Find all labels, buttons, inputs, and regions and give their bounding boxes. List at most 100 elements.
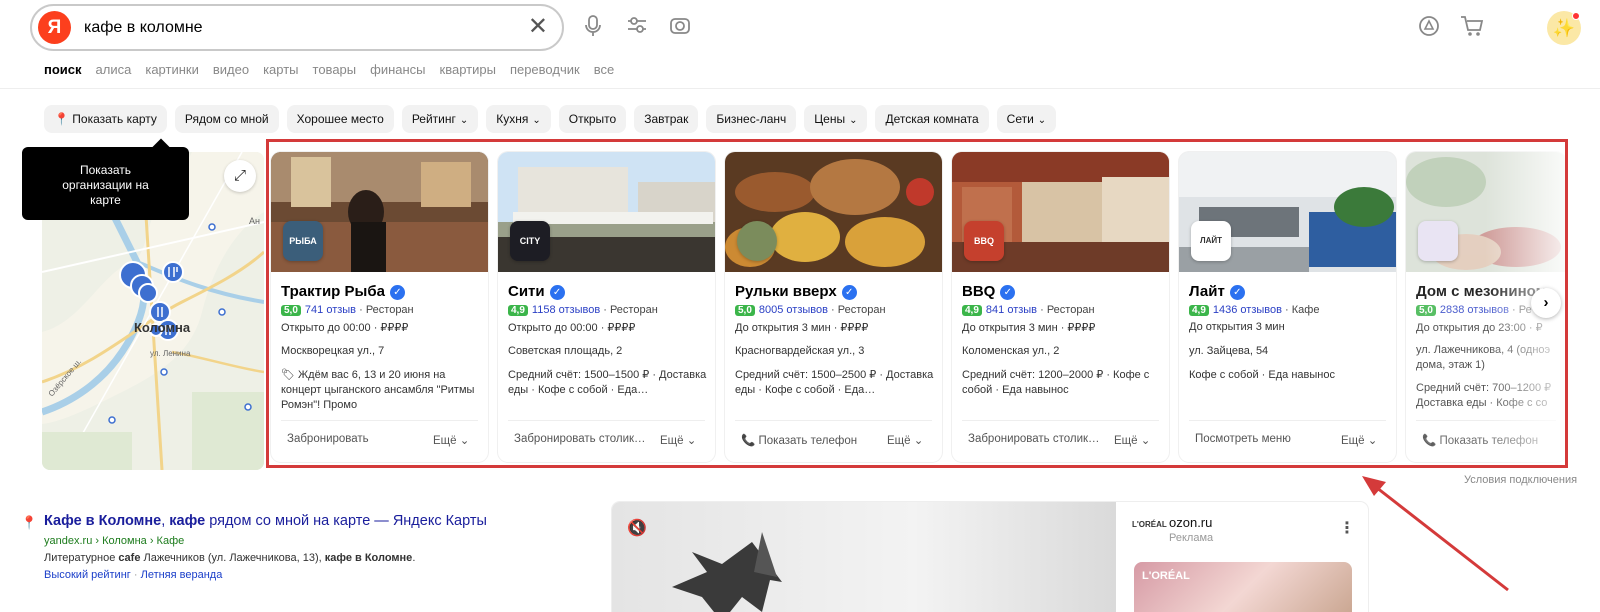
ad-video[interactable]: 🔇: [612, 502, 1116, 612]
ad-domain[interactable]: ozon.ru: [1169, 515, 1212, 530]
ad-thumbnail[interactable]: L'ORÉAL: [1134, 562, 1352, 612]
tab-images[interactable]: картинки: [145, 62, 199, 77]
more-button[interactable]: Ещё ⌄: [660, 433, 696, 447]
chip-business-lunch[interactable]: Бизнес-ланч: [706, 105, 797, 133]
ad-video-graphic: [672, 532, 782, 612]
show-phone-button[interactable]: 📞 Показать телефон: [741, 433, 857, 447]
org-promo[interactable]: 🏷 Ждём вас 6, 13 и 20 июня на концерт цы…: [281, 368, 481, 413]
tab-video[interactable]: видео: [213, 62, 249, 77]
chip-label: Рядом со мной: [184, 112, 269, 126]
chip-label: Кухня: [496, 112, 529, 126]
expand-map-icon[interactable]: ⤢: [224, 160, 256, 192]
tab-all[interactable]: все: [594, 62, 615, 77]
org-card[interactable]: Рульки вверх ✓ 5,0 8005 отзывов · Ресторан…: [725, 152, 942, 462]
org-title[interactable]: Лайт ✓: [1189, 283, 1245, 300]
org-description: Средний счёт: 1500–2500 ₽ · Доставка еды…: [735, 369, 934, 396]
tooltip-text: Показать организации на карте: [62, 163, 149, 207]
org-card[interactable]: РЫБА Трактир Рыба ✓ 5,0 741 отзыв · Рестор…: [271, 152, 488, 462]
yandex-logo[interactable]: Я: [38, 11, 71, 44]
search-input[interactable]: кафе в коломне: [84, 19, 203, 37]
clear-search-icon[interactable]: ✕: [528, 15, 548, 39]
chevron-down-icon: ⌄: [913, 435, 924, 447]
more-button[interactable]: Ещё ⌄: [1341, 433, 1377, 447]
chevron-down-icon: ⌄: [849, 115, 858, 126]
more-button[interactable]: Ещё ⌄: [887, 433, 923, 447]
reviews-link[interactable]: 1436 отзывов: [1213, 304, 1282, 316]
chip-nearby[interactable]: Рядом со мной: [174, 105, 279, 133]
carousel-next-button[interactable]: ›: [1531, 288, 1561, 318]
chip-rating[interactable]: Рейтинг ⌄: [401, 105, 479, 133]
chip-kids-room[interactable]: Детская комната: [875, 105, 989, 133]
chip-open[interactable]: Открыто: [558, 105, 627, 133]
org-address: Красногвардейская ул., 3: [735, 345, 865, 357]
tab-realty[interactable]: квартиры: [440, 62, 496, 77]
settings-sliders-icon[interactable]: [625, 15, 649, 39]
reviews-link[interactable]: 8005 отзывов: [759, 304, 828, 316]
tab-translator[interactable]: переводчик: [510, 62, 580, 77]
org-hours: До открытия 3 мин · ₽₽₽₽: [735, 322, 869, 334]
tooltip-arrow: [152, 138, 170, 156]
chip-show-map[interactable]: 📍 Показать карту: [44, 105, 167, 133]
result-snippet: Литературное cafe Лажечников (ул. Лажечн…: [44, 552, 416, 564]
result-title-link[interactable]: Кафе в Коломне, кафе рядом со мной на ка…: [44, 513, 487, 529]
card-divider: [508, 420, 705, 421]
org-category: Кафе: [1291, 304, 1320, 316]
tab-finance[interactable]: финансы: [370, 62, 425, 77]
alice-icon[interactable]: [1417, 15, 1441, 39]
user-avatar[interactable]: ✨: [1547, 11, 1581, 45]
cart-icon[interactable]: [1460, 15, 1484, 39]
chip-chains[interactable]: Сети ⌄: [996, 105, 1057, 133]
view-menu-button[interactable]: Посмотреть меню: [1195, 433, 1291, 445]
kebab-menu-icon[interactable]: ⋮: [1339, 518, 1355, 538]
more-button[interactable]: Ещё ⌄: [1114, 433, 1150, 447]
org-title[interactable]: Рульки вверх ✓: [735, 283, 857, 300]
org-title[interactable]: BBQ ✓: [962, 283, 1016, 300]
tab-maps[interactable]: карты: [263, 62, 298, 77]
book-table-button[interactable]: Забронировать столик…: [514, 433, 646, 445]
org-card[interactable]: CITY Сити ✓ 4,9 1158 отзывов · Ресторан От…: [498, 152, 715, 462]
rating-badge: 4,9: [508, 305, 528, 316]
reviews-link[interactable]: 741 отзыв: [305, 304, 356, 316]
org-rating-line: 5,0 8005 отзывов · Ресторан: [735, 304, 886, 316]
org-description: Кофе с собой · Еда навынос: [1189, 369, 1335, 381]
org-title[interactable]: Сити ✓: [508, 283, 565, 300]
reviews-link[interactable]: 841 отзыв: [986, 304, 1037, 316]
mute-icon[interactable]: 🔇: [627, 518, 647, 538]
filter-chips: 📍 Показать карту Рядом со мной Хорошее м…: [44, 105, 1057, 133]
chip-cuisine[interactable]: Кухня ⌄: [486, 105, 551, 133]
reviews-link[interactable]: 1158 отзывов: [532, 304, 600, 316]
org-rating-line: 5,0 741 отзыв · Ресторан: [281, 304, 414, 316]
chip-label: Рейтинг: [411, 112, 456, 126]
card-divider: [1189, 420, 1386, 421]
chevron-down-icon: ⌄: [459, 435, 470, 447]
search-box[interactable]: Я кафе в коломне ✕: [30, 4, 564, 51]
map-pin-cluster[interactable]: [118, 260, 188, 355]
chip-breakfast[interactable]: Завтрак: [634, 105, 699, 133]
chip-good-place[interactable]: Хорошее место: [286, 105, 394, 133]
chevron-down-icon: ⌄: [532, 115, 541, 126]
org-hours: До открытия 3 мин · ₽₽₽₽: [962, 322, 1096, 334]
ad-block[interactable]: 🔇 L'ORÉAL ozon.ru Реклама ⋮ L'ORÉAL: [612, 502, 1368, 612]
org-card[interactable]: ЛАЙТ Лайт ✓ 4,9 1436 отзывов · Кафе До отк…: [1179, 152, 1396, 462]
org-title[interactable]: Трактир Рыба ✓: [281, 283, 405, 300]
camera-icon[interactable]: [668, 15, 692, 39]
microphone-icon[interactable]: [581, 15, 605, 39]
tab-alice[interactable]: алиса: [96, 62, 132, 77]
result-url[interactable]: yandex.ru › Коломна › Кафе: [44, 535, 184, 547]
rating-badge: 4,9: [962, 305, 982, 316]
tab-products[interactable]: товары: [313, 62, 357, 77]
book-table-button[interactable]: Забронировать столик…: [968, 433, 1100, 445]
rating-badge: 4,9: [1189, 305, 1209, 316]
book-button[interactable]: Забронировать: [287, 433, 369, 445]
tab-search[interactable]: поиск: [44, 62, 82, 77]
pin-icon: 📍: [54, 112, 69, 126]
chip-prices[interactable]: Цены ⌄: [804, 105, 868, 133]
more-button[interactable]: Ещё ⌄: [433, 433, 469, 447]
rating-badge: 5,0: [1416, 305, 1436, 316]
chip-label: Детская комната: [885, 112, 979, 126]
org-description: Средний счёт: 1200–2000 ₽ · Кофе с собой…: [962, 369, 1150, 396]
org-card[interactable]: BBQ BBQ ✓ 4,9 841 отзыв · Ресторан До откр…: [952, 152, 1169, 462]
sitelink-summer-veranda[interactable]: Летняя веранда: [141, 569, 223, 581]
sitelink-high-rating[interactable]: Высокий рейтинг: [44, 569, 131, 581]
notification-dot: [1572, 12, 1580, 20]
